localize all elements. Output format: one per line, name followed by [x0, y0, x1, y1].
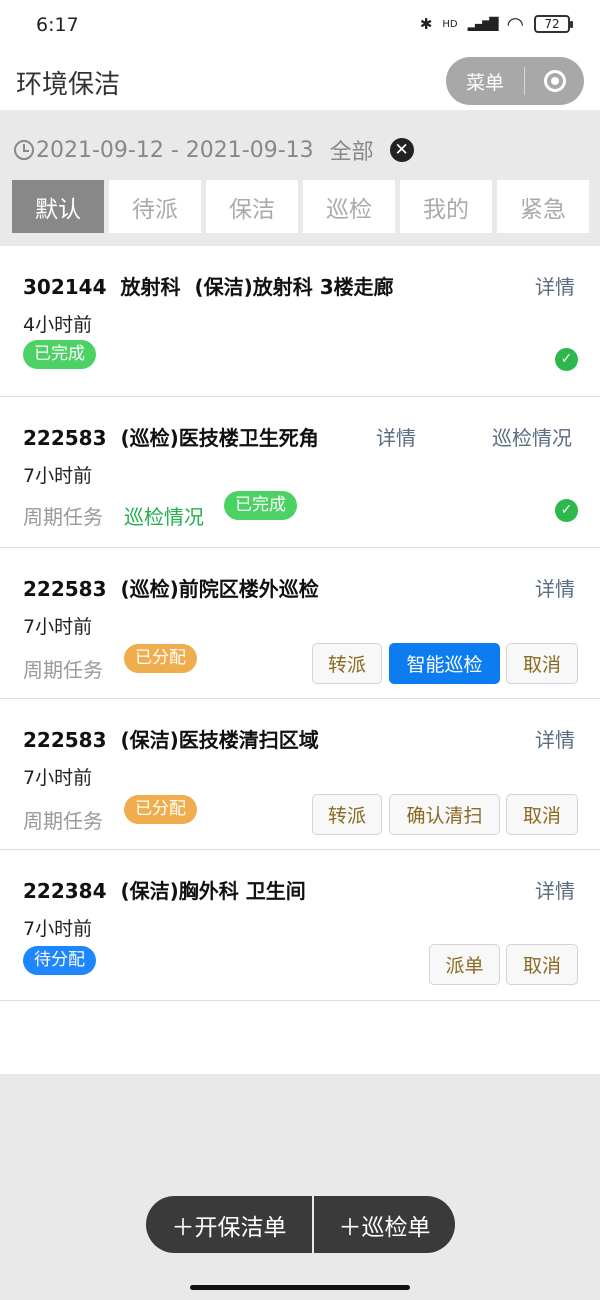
app-header: 环境保洁 菜单: [0, 52, 600, 110]
time-ago: 7小时前: [23, 465, 93, 487]
order-list: 302144 放射科 (保洁)放射科 3楼走廊 详情 4小时前 已完成 ✓ 2225…: [0, 246, 600, 1074]
cancel-button[interactable]: 取消: [506, 643, 578, 684]
battery-icon: 72: [534, 15, 573, 33]
wifi-icon: ◠: [506, 12, 524, 36]
signal-icon: ▂▄▆█: [467, 17, 499, 31]
detail-link[interactable]: 详情: [535, 271, 575, 300]
tab-cleaning[interactable]: 保洁: [206, 180, 298, 233]
reassign-button[interactable]: 转派: [312, 643, 382, 684]
home-indicator[interactable]: [190, 1285, 410, 1290]
bluetooth-icon: ✱: [419, 15, 433, 33]
confirm-clean-button[interactable]: 确认清扫: [389, 794, 500, 835]
cancel-button[interactable]: 取消: [506, 944, 578, 985]
menu-button[interactable]: 菜单: [446, 68, 524, 95]
detail-link[interactable]: 详情: [535, 875, 575, 904]
time-ago: 7小时前: [23, 918, 93, 940]
order-id: 302144: [23, 275, 107, 299]
order-title: 222583 (巡检)医技楼卫生死角: [23, 422, 319, 451]
date-range-picker[interactable]: 2021-09-12 - 2021-09-13: [36, 138, 314, 163]
status-bar: 6:17 ✱ HD ▂▄▆█ ◠ 72: [0, 0, 600, 52]
tab-patrol[interactable]: 巡检: [303, 180, 395, 233]
order-id: 222583: [23, 728, 107, 752]
smart-patrol-button[interactable]: 智能巡检: [389, 643, 500, 684]
order-desc: (巡检)前院区楼外巡检: [120, 577, 319, 601]
list-item: 302144 放射科 (保洁)放射科 3楼走廊 详情 4小时前 已完成 ✓: [0, 246, 600, 397]
page-title: 环境保洁: [16, 70, 121, 100]
time-ago: 7小时前: [23, 767, 93, 789]
cycle-task-label: 周期任务: [23, 809, 103, 833]
time-ago: 4小时前: [23, 314, 93, 336]
cancel-button[interactable]: 取消: [506, 794, 578, 835]
bottom-action-bar: ＋开保洁单 ＋巡检单: [146, 1196, 455, 1253]
status-badge: 已完成: [23, 340, 96, 369]
detail-link[interactable]: 详情: [535, 724, 575, 753]
new-patrol-order-button[interactable]: ＋巡检单: [314, 1196, 455, 1253]
list-item: 222583 (巡检)医技楼卫生死角 详情 巡检情况 7小时前 周期任务 巡检情况…: [0, 397, 600, 548]
status-badge: 已完成: [224, 491, 297, 520]
clock-icon: [14, 140, 34, 160]
time-ago: 7小时前: [23, 616, 93, 638]
detail-link[interactable]: 详情: [376, 422, 416, 451]
dispatch-button[interactable]: 派单: [429, 944, 500, 985]
tab-urgent[interactable]: 紧急: [497, 180, 589, 233]
category-tabs: 默认 待派 保洁 巡检 我的 紧急: [12, 180, 589, 233]
order-desc: (巡检)医技楼卫生死角: [120, 426, 319, 450]
hd-label: HD: [442, 18, 458, 30]
check-icon: ✓: [555, 499, 578, 522]
all-filter-button[interactable]: 全部: [330, 134, 374, 166]
menu-capsule: 菜单: [446, 57, 584, 105]
order-id: 222583: [23, 426, 107, 450]
cycle-task-label: 周期任务: [23, 505, 103, 529]
list-item: 222583 (保洁)医技楼清扫区域 详情 7小时前 周期任务 已分配 转派 确认…: [0, 699, 600, 850]
reassign-button[interactable]: 转派: [312, 794, 382, 835]
status-icons: ✱ HD ▂▄▆█ ◠ 72: [419, 12, 573, 36]
list-item: 222583 (巡检)前院区楼外巡检 详情 7小时前 周期任务 已分配 转派 智能…: [0, 548, 600, 699]
status-badge: 已分配: [124, 644, 197, 673]
target-icon: [543, 70, 566, 92]
check-icon: ✓: [555, 348, 578, 371]
cycle-task-label: 周期任务: [23, 658, 103, 682]
order-id: 222384: [23, 879, 107, 903]
tab-pending-dispatch[interactable]: 待派: [109, 180, 201, 233]
list-item: 222384 (保洁)胸外科 卫生间 详情 7小时前 待分配 派单 取消: [0, 850, 600, 1001]
tab-default[interactable]: 默认: [12, 180, 104, 233]
order-desc: (保洁)放射科 3楼走廊: [194, 275, 394, 299]
order-title: 222583 (保洁)医技楼清扫区域: [23, 724, 319, 753]
tab-mine[interactable]: 我的: [400, 180, 492, 233]
detail-link[interactable]: 详情: [535, 573, 575, 602]
new-cleaning-order-button[interactable]: ＋开保洁单: [146, 1196, 312, 1253]
status-badge: 已分配: [124, 795, 197, 824]
patrol-status-inline-link[interactable]: 巡检情况: [124, 501, 204, 530]
status-time: 6:17: [36, 14, 79, 36]
date-filter-row: 2021-09-12 - 2021-09-13 全部 ✕: [14, 134, 414, 166]
order-title: 302144 放射科 (保洁)放射科 3楼走廊: [23, 271, 394, 300]
order-desc: (保洁)胸外科 卫生间: [120, 879, 306, 903]
close-miniprogram-button[interactable]: [525, 70, 584, 92]
order-title: 222384 (保洁)胸外科 卫生间: [23, 875, 306, 904]
clear-filter-icon[interactable]: ✕: [389, 138, 414, 162]
order-dept: 放射科: [120, 275, 181, 299]
order-title: 222583 (巡检)前院区楼外巡检: [23, 573, 319, 602]
order-desc: (保洁)医技楼清扫区域: [120, 728, 319, 752]
patrol-status-link[interactable]: 巡检情况: [492, 422, 572, 451]
order-id: 222583: [23, 577, 107, 601]
filter-panel: 2021-09-12 - 2021-09-13 全部 ✕ 默认 待派 保洁 巡检…: [0, 110, 600, 246]
status-badge: 待分配: [23, 946, 96, 975]
